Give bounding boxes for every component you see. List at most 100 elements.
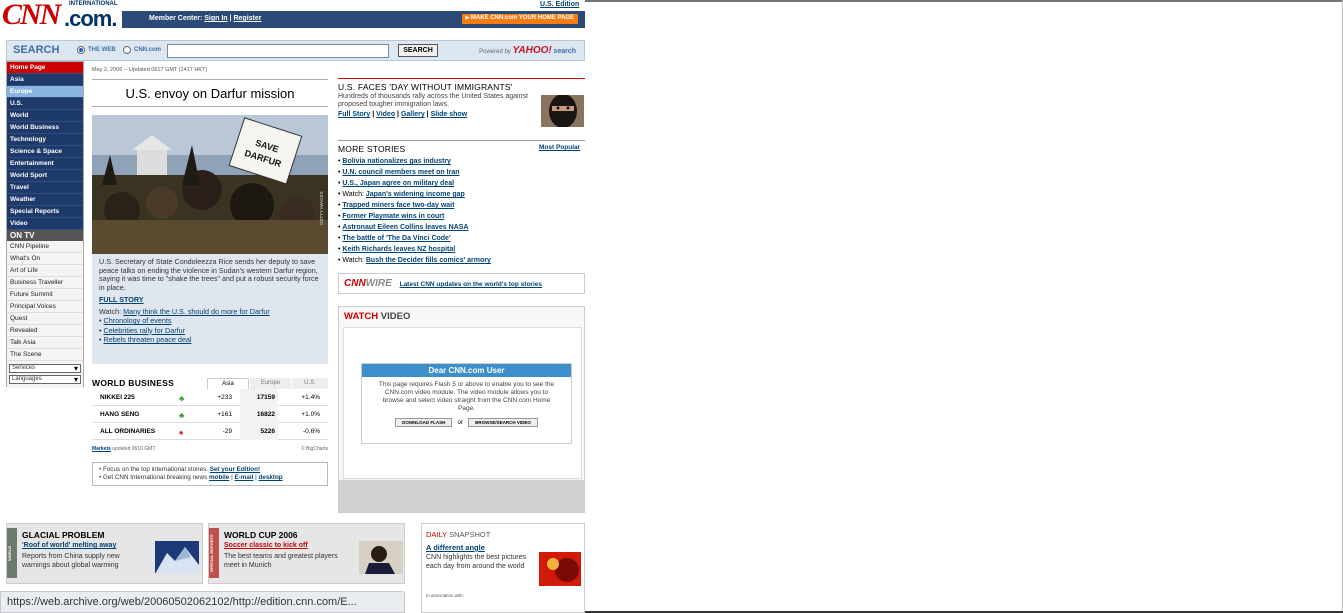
flash-required-dialog: Dear CNN.com User This page requires Fla…	[361, 363, 572, 444]
snapshot-link[interactable]: A different angle	[426, 543, 485, 552]
story-link[interactable]: U.S., Japan agree on military deal	[342, 180, 454, 187]
nav-video[interactable]: Video	[7, 218, 83, 230]
wire-cnn: CNN	[344, 278, 366, 289]
make-home-page-button[interactable]: MAKE CNN.com YOUR HOME PAGE	[461, 14, 578, 24]
story-link[interactable]: Bolivia nationalizes gas industry	[342, 158, 451, 165]
radio-web[interactable]	[77, 46, 85, 54]
immigrants-photo[interactable]	[541, 95, 584, 127]
tv-business-traveller[interactable]: Business Traveller	[7, 277, 83, 289]
market-row[interactable]: HANG SENG ♣ +161 16822 +1.0%	[92, 406, 328, 423]
market-value: 17159	[256, 394, 275, 401]
immigrants-title[interactable]: U.S. FACES 'DAY WITHOUT IMMIGRANTS'	[338, 78, 585, 92]
story-link[interactable]: Japan's widening income gap	[366, 191, 465, 198]
radio-cnn-label: CNN.com	[134, 47, 162, 53]
rebels-link[interactable]: Rebels threaten peace deal	[104, 335, 192, 344]
tv-revealed[interactable]: Revealed	[7, 325, 83, 337]
nav-world-sport[interactable]: World Sport	[7, 170, 83, 182]
powered-by-yahoo[interactable]: Powered by YAHOO! search	[479, 45, 576, 56]
nav-entertainment[interactable]: Entertainment	[7, 158, 83, 170]
us-edition-link[interactable]: U.S. Edition	[540, 1, 579, 8]
tv-cnn-pipeline[interactable]: CNN Pipeline	[7, 241, 83, 253]
nav-technology[interactable]: Technology	[7, 134, 83, 146]
watch-darfur-link[interactable]: Many think the U.S. should do more for D…	[123, 307, 270, 316]
nav-us[interactable]: U.S.	[7, 98, 83, 110]
slide-show-link[interactable]: Slide show	[431, 111, 468, 118]
email-link[interactable]: E-mail	[234, 474, 253, 481]
promo-desc: The best teams and greatest players meet…	[224, 553, 338, 569]
tv-principal-voices[interactable]: Principal Voices	[7, 301, 83, 313]
market-name: HANG SENG	[100, 411, 140, 418]
desktop-link[interactable]: desktop	[259, 474, 283, 481]
promo-title: WORLD CUP 2006	[224, 530, 298, 540]
nav-travel[interactable]: Travel	[7, 182, 83, 194]
gallery-link[interactable]: Gallery	[401, 111, 425, 118]
related-item: • Chronology of events	[99, 316, 172, 325]
promo-link[interactable]: Soccer classic to kick off	[224, 542, 308, 549]
tv-whats-on[interactable]: What's On	[7, 253, 83, 265]
full-story-link[interactable]: FULL STORY	[99, 295, 321, 305]
promo-desc: Reports from China supply new warnings a…	[22, 553, 120, 569]
story-link[interactable]: Trapped miners face two-day wait	[342, 202, 454, 209]
list-item: • Keith Richards leaves NZ hospital	[338, 244, 585, 255]
market-row[interactable]: ALL ORDINARIES ♠ -29 5226 -0.6%	[92, 423, 328, 440]
nav-special-reports[interactable]: Special Reports	[7, 206, 83, 218]
nav-world[interactable]: World	[7, 110, 83, 122]
tv-the-scene[interactable]: The Scene	[7, 349, 83, 361]
promo-link[interactable]: 'Roof of world' melting away	[22, 542, 116, 549]
nav-asia[interactable]: Asia	[7, 74, 83, 86]
chronology-link[interactable]: Chronology of events	[104, 316, 172, 325]
tv-quest[interactable]: Quest	[7, 313, 83, 325]
nav-europe[interactable]: Europe	[7, 86, 83, 98]
story-link[interactable]: Keith Richards leaves NZ hospital	[342, 246, 455, 253]
cnn-wire-logo[interactable]: CNNWIRE	[344, 278, 392, 289]
cnn-wire-link[interactable]: Latest CNN updates on the world's top st…	[400, 281, 542, 288]
download-flash-button[interactable]: DOWNLOAD FLASH	[395, 418, 453, 427]
market-value: 5226	[260, 428, 275, 435]
tab-asia[interactable]: Asia	[207, 378, 249, 389]
markets-link[interactable]: Markets	[92, 446, 111, 452]
search-button[interactable]: SEARCH	[398, 44, 438, 57]
cnn-logo[interactable]: CNN INTERNATIONAL .com.	[2, 0, 124, 32]
browse-video-button[interactable]: BROWSE/SEARCH VIDEO	[468, 418, 538, 427]
bullet: • Watch:	[338, 191, 366, 198]
window-top-border	[585, 0, 1343, 2]
languages-dropdown[interactable]: Languages	[9, 375, 81, 384]
market-change: +161	[217, 411, 232, 418]
promo-glacial[interactable]: WORLD GLACIAL PROBLEM 'Roof of world' me…	[6, 523, 203, 584]
full-story-link[interactable]: Full Story	[338, 111, 370, 118]
services-dropdown[interactable]: Services	[9, 364, 81, 373]
search-label: SEARCH	[13, 44, 60, 56]
celebrities-link[interactable]: Celebrities rally for Darfur	[104, 326, 185, 335]
tab-us[interactable]: U.S.	[292, 378, 328, 389]
market-row[interactable]: NIKKEI 225 ♣ +233 17159 +1.4%	[92, 389, 328, 406]
tv-talk-asia[interactable]: Talk Asia	[7, 337, 83, 349]
radio-cnn[interactable]	[123, 46, 131, 54]
search-input[interactable]	[167, 44, 389, 58]
tv-art-of-life[interactable]: Art of Life	[7, 265, 83, 277]
nav-science-space[interactable]: Science & Space	[7, 146, 83, 158]
soccer-player-photo[interactable]	[359, 541, 403, 574]
story-link[interactable]: U.N. council members meet on Iran	[342, 169, 459, 176]
market-name: NIKKEI 225	[100, 394, 135, 401]
left-navigation: Home Page Asia Europe U.S. World World B…	[6, 61, 84, 388]
mobile-link[interactable]: mobile	[209, 474, 229, 481]
snapshot-photo[interactable]	[539, 552, 581, 586]
set-edition-link[interactable]: Set your Edition!	[210, 466, 260, 473]
tv-future-summit[interactable]: Future Summit	[7, 289, 83, 301]
tab-europe[interactable]: Europe	[250, 378, 291, 389]
story-link[interactable]: The battle of 'The Da Vinci Code'	[342, 235, 450, 242]
most-popular-link[interactable]: Most Popular	[539, 144, 580, 151]
nav-weather[interactable]: Weather	[7, 194, 83, 206]
glacier-photo[interactable]	[155, 541, 199, 574]
nav-world-business[interactable]: World Business	[7, 122, 83, 134]
promo-world-cup[interactable]: SPECIAL REPORTS WORLD CUP 2006 Soccer cl…	[208, 523, 405, 584]
darfur-rally-photo[interactable]: SAVE DARFUR GETTY IMAGES	[92, 115, 328, 254]
story-link[interactable]: Astronaut Eileen Collins leaves NASA	[342, 224, 468, 231]
story-link[interactable]: Bush the Decider fills comics' armory	[366, 257, 491, 264]
story-link[interactable]: Former Playmate wins in court	[342, 213, 444, 220]
register-link[interactable]: Register	[233, 15, 261, 22]
main-headline[interactable]: U.S. envoy on Darfur mission	[92, 79, 328, 107]
sign-in-link[interactable]: Sign In	[204, 15, 227, 22]
video-link[interactable]: Video	[376, 111, 395, 118]
nav-home-page[interactable]: Home Page	[7, 62, 83, 74]
